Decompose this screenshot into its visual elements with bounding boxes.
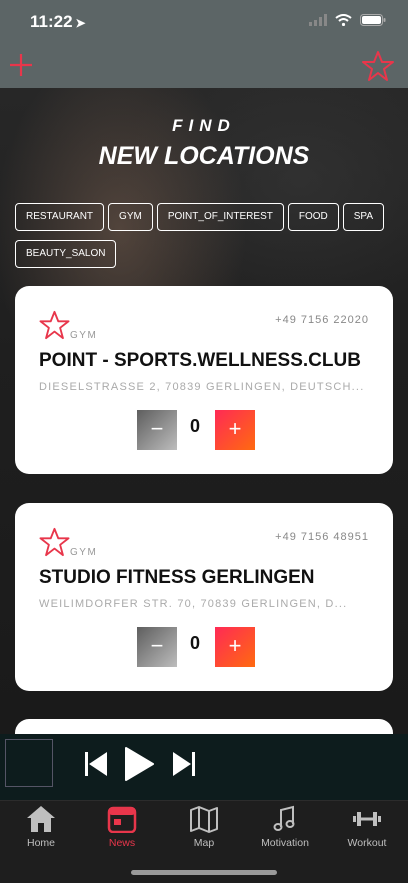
home-indicator (131, 870, 277, 875)
tab-news-label: News (108, 837, 136, 849)
increment-button[interactable]: + (215, 627, 255, 667)
battery-icon (360, 14, 386, 26)
player-artwork (5, 739, 53, 787)
tab-workout-label: Workout (347, 837, 387, 849)
tab-home-label: Home (26, 837, 55, 849)
location-name: STUDIO FITNESS GERLINGEN (39, 567, 315, 588)
skip-previous-icon[interactable] (84, 750, 108, 778)
location-address: WEILIMDORFER STR. 70, 70839 GERLINGEN, D… (39, 598, 348, 610)
plus-icon[interactable] (8, 52, 34, 78)
increment-button[interactable]: + (215, 410, 255, 450)
quantity-value: 0 (189, 416, 200, 436)
location-card[interactable]: GYM +49 7156 48951 STUDIO FITNESS GERLIN… (15, 503, 393, 691)
location-type: GYM (70, 547, 98, 558)
tab-news[interactable]: News (81, 805, 163, 849)
calendar-icon (107, 806, 137, 833)
filter-chip-gym[interactable]: GYM (108, 203, 153, 231)
tab-home[interactable]: Home (0, 805, 82, 849)
header: 11:22 ➤ (0, 0, 408, 88)
location-arrow-icon: ➤ (75, 16, 86, 30)
filter-chip-restaurant[interactable]: RESTAURANT (15, 203, 105, 231)
status-time-text: 11:22 (30, 12, 73, 31)
music-note-icon (273, 805, 295, 831)
home-icon (27, 806, 55, 832)
status-time: 11:22 ➤ (30, 12, 86, 32)
filter-chips: RESTAURANT GYM POINT_OF_INTEREST FOOD SP… (15, 203, 395, 268)
location-phone[interactable]: +49 7156 48951 (275, 531, 369, 543)
dumbbell-icon (353, 812, 381, 826)
tab-workout[interactable]: Workout (326, 805, 408, 849)
hero-small-title: FIND (172, 116, 236, 135)
skip-next-icon[interactable] (172, 750, 196, 778)
filter-chip-point-of-interest[interactable]: POINT_OF_INTEREST (156, 203, 284, 231)
favorite-star-icon[interactable] (39, 310, 70, 340)
mini-player (0, 734, 408, 800)
location-card[interactable]: GYM +49 7156 22020 POINT - SPORTS.WELLNE… (15, 286, 393, 474)
wifi-icon (335, 14, 352, 26)
filter-chip-spa[interactable]: SPA (342, 203, 385, 231)
decrement-button[interactable]: − (137, 627, 177, 667)
map-icon (190, 806, 218, 833)
status-icons (309, 14, 386, 26)
location-type: GYM (70, 330, 98, 341)
star-icon[interactable] (362, 50, 394, 82)
signal-icon (309, 14, 327, 26)
location-name: POINT - SPORTS.WELLNESS.CLUB (39, 350, 361, 371)
tab-map-label: Map (193, 837, 215, 849)
hero-big-title: NEW LOCATIONS (98, 142, 310, 170)
decrement-button[interactable]: − (137, 410, 177, 450)
filter-chip-beauty-salon[interactable]: BEAUTY_SALON (15, 240, 117, 268)
location-address: DIESELSTRASSE 2, 70839 GERLINGEN, DEUTSC… (39, 381, 365, 393)
tab-motivation-label: Motivation (261, 837, 309, 849)
location-phone[interactable]: +49 7156 22020 (275, 314, 369, 326)
favorite-star-icon[interactable] (39, 527, 70, 557)
tab-map[interactable]: Map (163, 805, 245, 849)
tab-motivation[interactable]: Motivation (244, 805, 326, 849)
quantity-value: 0 (189, 633, 200, 653)
play-icon[interactable] (124, 746, 154, 782)
filter-chip-food[interactable]: FOOD (287, 203, 339, 231)
